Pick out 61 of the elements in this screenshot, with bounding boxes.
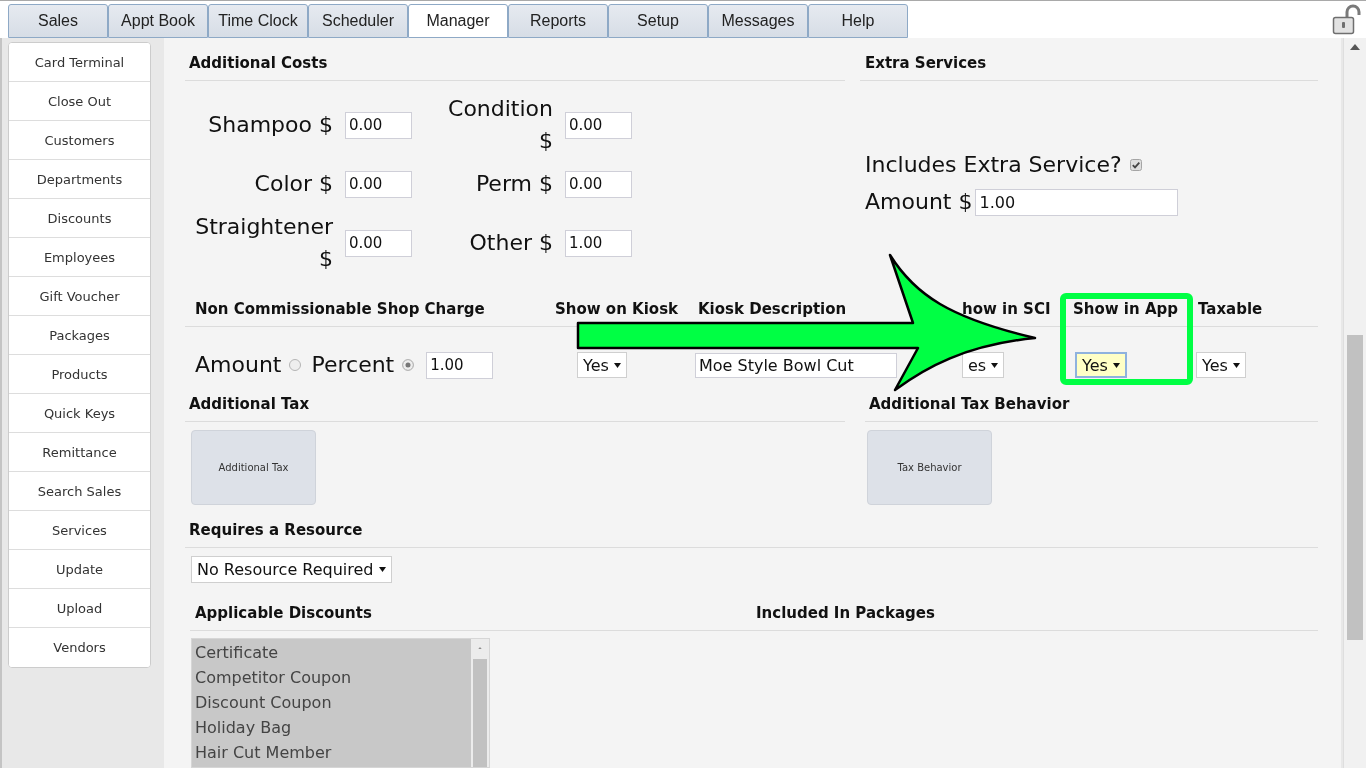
option-label: Amount (195, 351, 282, 379)
radio-button[interactable] (289, 359, 302, 371)
column-header: how in SCI (962, 299, 1051, 319)
section-title: Included In Packages (756, 603, 935, 623)
taxable-dropdown[interactable]: Yes (1196, 352, 1246, 378)
scroll-up-icon[interactable] (1350, 44, 1360, 50)
tab[interactable]: Setup (608, 4, 708, 38)
field-label: Condition $ (447, 95, 553, 155)
tab[interactable]: Time Clock (208, 4, 308, 38)
sidebar-item[interactable]: Card Terminal (9, 43, 150, 82)
column-header: Non Commissionable Shop Charge (195, 299, 485, 319)
field-label: Amount $ (865, 188, 973, 216)
price-field[interactable]: 0.00 (345, 229, 412, 257)
padlock-icon[interactable] (1332, 4, 1362, 35)
price-field[interactable]: 0.00 (345, 170, 412, 198)
checkbox[interactable] (1129, 159, 1142, 171)
price-field[interactable]: 0.00 (345, 111, 412, 139)
scrollbar-thumb[interactable] (1347, 335, 1363, 640)
tab[interactable]: Help (808, 4, 908, 38)
price-field[interactable]: 0.00 (565, 111, 632, 139)
charge-field[interactable]: 1.00 (426, 351, 494, 379)
section-title: Requires a Resource (189, 520, 363, 540)
caret-icon (1112, 362, 1120, 368)
field-label: Includes Extra Service? (865, 151, 1122, 179)
tab[interactable]: Scheduler (308, 4, 408, 38)
field-label: Other $ (468, 229, 553, 257)
column-header: Show on Kiosk (555, 299, 679, 319)
section-title: Additional Tax (189, 394, 310, 414)
price-field[interactable]: 0.00 (565, 170, 632, 198)
section-title: Additional Tax Behavior (869, 394, 1070, 414)
tab[interactable]: Appt Book (108, 4, 208, 38)
caret-icon (991, 362, 999, 368)
tab[interactable]: Messages (708, 4, 808, 38)
tax-behavior-button[interactable]: Tax Behavior (867, 430, 992, 505)
section-title: Applicable Discounts (195, 603, 372, 623)
scrollbar[interactable] (1343, 38, 1366, 768)
price-field[interactable]: 1.00 (565, 229, 632, 257)
additional-tax-button[interactable]: Additional Tax (191, 430, 316, 505)
radio-button[interactable] (402, 359, 415, 371)
app-dropdown[interactable]: Yes (1075, 352, 1127, 378)
caret-icon (613, 362, 621, 368)
resource-dropdown[interactable]: No Resource Required (191, 556, 392, 583)
section-title: Additional Costs (189, 53, 328, 73)
kiosk-dropdown[interactable]: Yes (577, 352, 627, 378)
column-header: Taxable (1198, 299, 1263, 319)
caret-icon (1232, 362, 1240, 368)
field-label: Perm $ (474, 170, 553, 198)
tab[interactable]: Reports (508, 4, 608, 38)
tab[interactable]: Manager (408, 4, 508, 38)
field-label: Color $ (253, 170, 333, 198)
sci-dropdown[interactable]: es (962, 352, 1005, 378)
column-header: Kiosk Description (698, 299, 847, 319)
column-header: Show in App (1073, 299, 1178, 319)
field-label: Straightener $ (194, 213, 333, 273)
tab[interactable]: Sales (8, 4, 108, 38)
field-label: Shampoo $ (207, 111, 333, 139)
amount-field[interactable]: 1.00 (975, 188, 1179, 216)
option-label: Percent (310, 351, 395, 379)
section-title: Extra Services (865, 53, 987, 73)
description-field[interactable]: Moe Style Bowl Cut (695, 352, 897, 378)
caret-icon (378, 567, 386, 572)
